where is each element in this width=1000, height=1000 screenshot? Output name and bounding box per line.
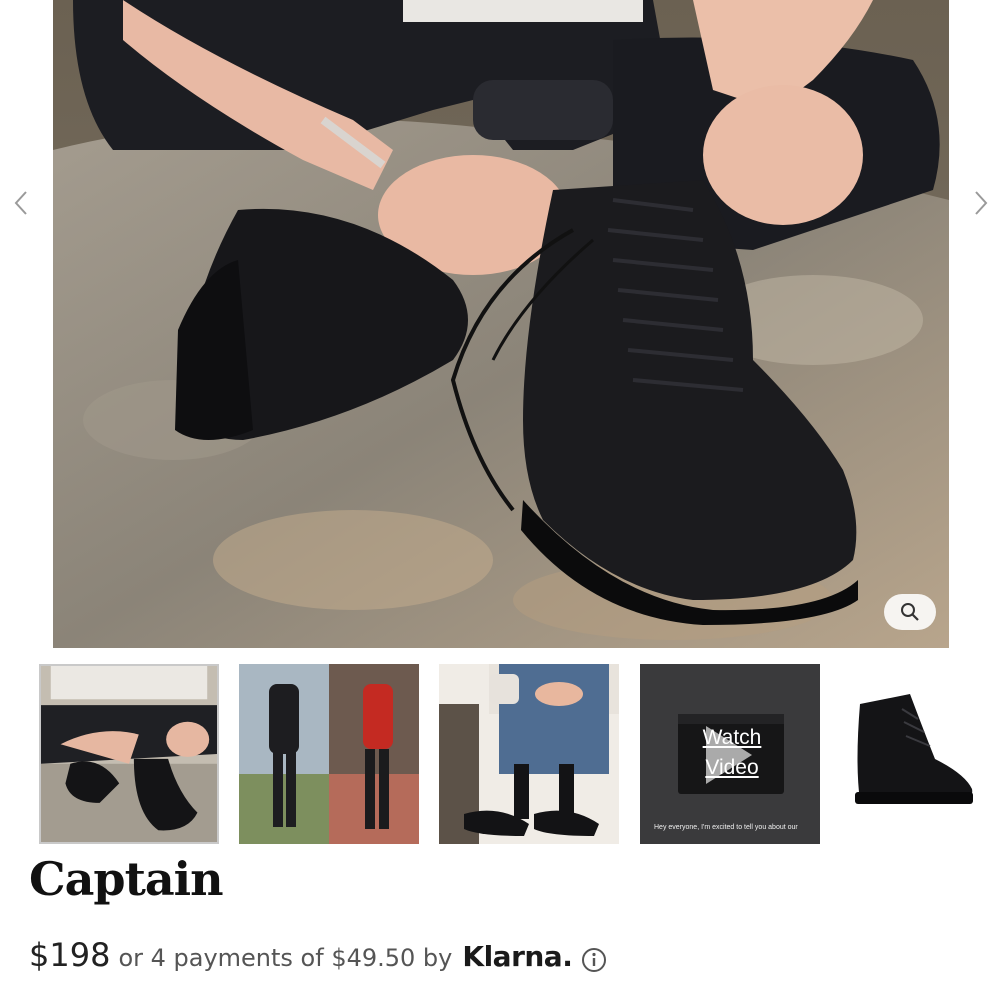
watch-video-label[interactable]: Watch Video — [680, 712, 784, 794]
video-text: Video — [705, 756, 759, 779]
video-caption: Hey everyone, I'm excited to tell you ab… — [654, 824, 798, 831]
zoom-button[interactable] — [884, 594, 936, 630]
price-row: $198 or 4 payments of $49.50 by Klarna. — [29, 936, 608, 980]
video-thumbnail[interactable]: Watch Video Hey everyone, I'm excited to… — [640, 664, 820, 844]
next-image-button[interactable] — [966, 186, 996, 220]
thumbnail-5[interactable] — [840, 664, 980, 844]
magnifier-icon — [901, 603, 919, 621]
sitting-lacing-boots-thumbnail — [41, 666, 217, 842]
watch-text: Watch — [702, 725, 762, 749]
installments-text: or 4 payments of $49.50 by — [118, 944, 453, 972]
thumbnail-1[interactable] — [39, 664, 219, 844]
seated-with-mug-thumbnail — [439, 664, 619, 844]
street-outfits-thumbnail — [239, 664, 419, 844]
boots-lacing-photo — [53, 0, 949, 648]
product-price: $198 — [29, 936, 111, 974]
thumbnail-2[interactable] — [239, 664, 419, 844]
chevron-left-icon — [14, 191, 27, 215]
previous-image-button[interactable] — [6, 186, 36, 220]
product-title: Captain — [29, 852, 224, 906]
thumbnail-3[interactable] — [439, 664, 619, 844]
hero-product-image[interactable] — [53, 0, 949, 648]
klarna-logo: Klarna. — [462, 940, 573, 973]
boot-product-thumbnail — [840, 664, 980, 844]
chevron-right-icon — [975, 191, 988, 215]
info-circle-icon[interactable] — [580, 946, 608, 974]
